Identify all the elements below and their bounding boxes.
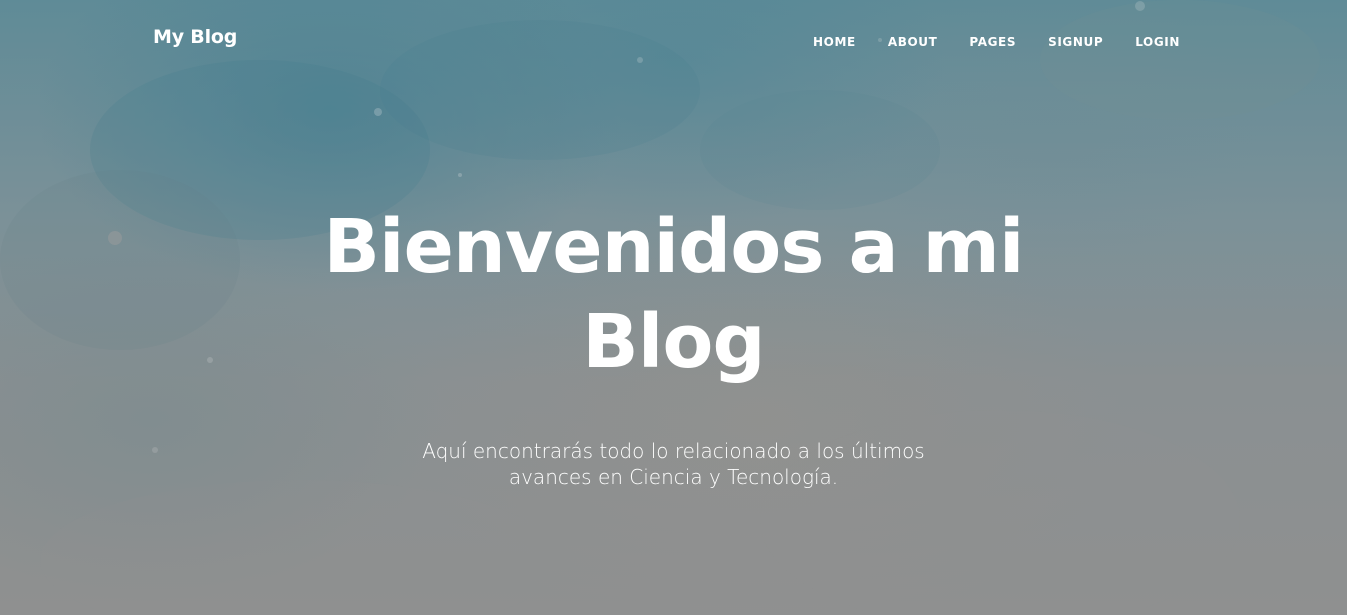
nav-link-signup[interactable]: SIGNUP <box>1048 35 1103 49</box>
brand-logo-link[interactable]: My Blog <box>153 26 237 48</box>
hero-header: My Blog HOME ABOUT PAGES SIGNUP LOGIN Bi… <box>0 0 1347 615</box>
hero-title: Bienvenidos a mi Blog <box>323 204 1024 385</box>
nav-link-login[interactable]: LOGIN <box>1135 35 1180 49</box>
hero-subtitle: Aquí encontrarás todo lo relacionado a l… <box>422 439 925 489</box>
nav-item-pages: PAGES <box>969 31 1016 50</box>
nav-link-home[interactable]: HOME <box>813 35 856 49</box>
nav-menu: HOME ABOUT PAGES SIGNUP LOGIN <box>813 31 1180 50</box>
nav-link-pages[interactable]: PAGES <box>969 35 1016 49</box>
nav-item-home: HOME <box>813 31 856 50</box>
navbar: My Blog HOME ABOUT PAGES SIGNUP LOGIN <box>0 0 1347 78</box>
nav-item-about: ABOUT <box>888 31 938 50</box>
nav-item-signup: SIGNUP <box>1048 31 1103 50</box>
nav-link-about[interactable]: ABOUT <box>888 35 938 49</box>
nav-item-login: LOGIN <box>1135 31 1180 50</box>
